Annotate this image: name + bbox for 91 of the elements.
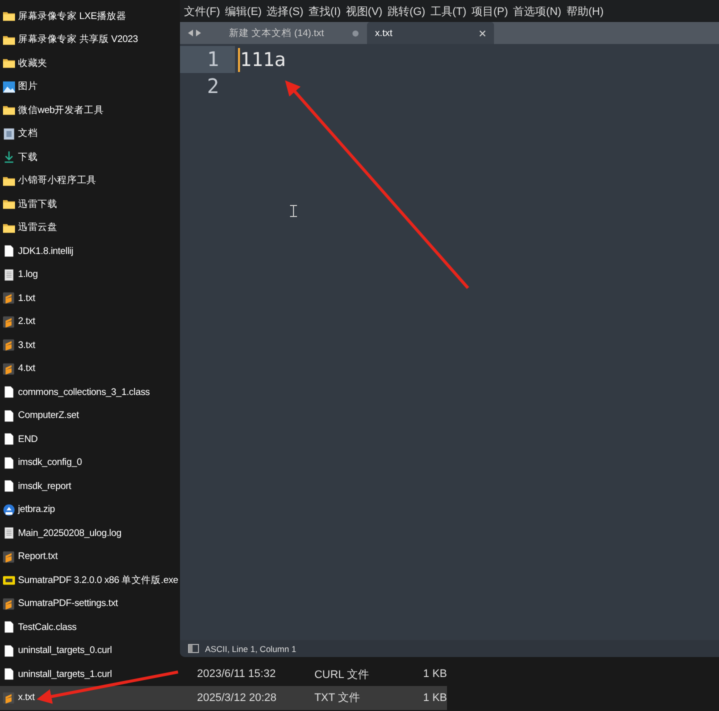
menu-item[interactable]: 工具(T) bbox=[429, 4, 470, 18]
file-name[interactable]: SumatraPDF-settings.txt bbox=[18, 598, 118, 610]
tab[interactable]: x.txt bbox=[367, 22, 494, 44]
file-name[interactable]: 小锦哥小程序工具 bbox=[18, 174, 96, 188]
file-icon bbox=[3, 480, 15, 492]
file-name[interactable]: 3.txt bbox=[18, 340, 36, 351]
file-name[interactable]: SumatraPDF 3.2.0.0 x86 单文件版.exe bbox=[18, 574, 178, 587]
file-name[interactable]: imsdk_config_0 bbox=[18, 457, 82, 468]
file-name[interactable]: commons_collections_3_1.class bbox=[18, 386, 150, 398]
file-name[interactable]: END bbox=[18, 434, 38, 445]
folder-icon bbox=[3, 10, 15, 22]
file-icon bbox=[3, 621, 15, 634]
file-icon bbox=[3, 668, 15, 680]
menu-item[interactable]: 选择(S) bbox=[266, 4, 308, 18]
menu-item[interactable]: 项目(P) bbox=[470, 4, 512, 18]
file-name[interactable]: TestCalc.class bbox=[18, 622, 77, 633]
left-arrow-icon[interactable] bbox=[188, 29, 193, 37]
file-name[interactable]: uninstall_targets_0.curl bbox=[18, 645, 112, 656]
line-number: 2 bbox=[206, 73, 220, 100]
menu-item[interactable]: 视图(V) bbox=[344, 4, 386, 18]
file-name[interactable]: jetbra.zip bbox=[18, 504, 55, 516]
sublime-file-icon bbox=[3, 316, 15, 328]
file-icon bbox=[3, 527, 15, 540]
file-icon bbox=[3, 410, 15, 422]
right-arrow-icon[interactable] bbox=[196, 29, 201, 37]
file-name[interactable]: imsdk_report bbox=[18, 480, 72, 492]
file-size: 1 KB bbox=[422, 692, 447, 704]
file-name[interactable]: Main_20250208_ulog.log bbox=[18, 528, 122, 539]
file-name[interactable]: 4.txt bbox=[18, 363, 36, 374]
zip-icon bbox=[3, 504, 15, 516]
file-icon bbox=[3, 245, 15, 258]
file-icon bbox=[3, 456, 15, 469]
file-name[interactable]: 1.log bbox=[18, 269, 38, 280]
folder-icon bbox=[3, 34, 15, 46]
folder-icon bbox=[3, 222, 15, 234]
menu-item[interactable]: 查找(I) bbox=[307, 4, 345, 18]
file-name[interactable]: 屏幕录像专家 LXE播放器 bbox=[18, 10, 126, 23]
menu-item[interactable]: 编辑(E) bbox=[224, 4, 266, 18]
unsaved-dot-icon[interactable] bbox=[352, 30, 359, 36]
menu-item[interactable]: 首选项(N) bbox=[512, 4, 566, 18]
file-name[interactable]: 1.txt bbox=[18, 292, 36, 304]
file-name[interactable]: 迅雷云盘 bbox=[18, 221, 58, 234]
editor-area[interactable]: 1 111a 2 bbox=[180, 44, 719, 640]
menu-item[interactable]: 帮助(H) bbox=[565, 4, 608, 18]
file-name[interactable]: x.txt bbox=[18, 692, 35, 704]
folder-icon bbox=[3, 198, 15, 210]
file-name[interactable]: uninstall_targets_1.curl bbox=[18, 668, 112, 680]
file-name[interactable]: 图片 bbox=[18, 80, 38, 94]
file-type: CURL 文件 bbox=[314, 668, 370, 682]
file-name[interactable]: 文档 bbox=[18, 127, 38, 140]
folder-icon bbox=[3, 57, 15, 70]
file-size: 1 KB bbox=[422, 668, 447, 680]
file-name[interactable]: 屏幕录像专家 共享版 V2023 bbox=[18, 33, 138, 46]
application-icon bbox=[3, 574, 15, 586]
picture-icon bbox=[3, 80, 15, 93]
file-type: TXT 文件 bbox=[314, 690, 361, 706]
sublime-file-icon bbox=[3, 362, 15, 375]
tab[interactable]: 新建 文本文档 (14).txt bbox=[211, 22, 367, 44]
text-cursor-icon bbox=[290, 205, 297, 217]
file-name[interactable]: 收藏夹 bbox=[18, 56, 48, 70]
sublime-file-icon bbox=[3, 598, 15, 610]
sublime-file-icon bbox=[3, 292, 15, 304]
code-text: 111a bbox=[240, 48, 286, 70]
file-row[interactable]: x.txt 2025/3/12 20:28 TXT 文件 1 KB bbox=[0, 686, 447, 710]
modified-date: 2023/6/11 15:32 bbox=[196, 668, 277, 680]
file-name[interactable]: JDK1.8.intellij bbox=[18, 246, 74, 257]
text-caret bbox=[238, 48, 240, 72]
status-text: ASCII, Line 1, Column 1 bbox=[205, 644, 296, 654]
line-number: 1 bbox=[180, 46, 235, 73]
document-icon bbox=[3, 128, 15, 140]
close-icon[interactable] bbox=[479, 30, 486, 36]
sublime-file-icon bbox=[3, 550, 15, 563]
file-name[interactable]: Report.txt bbox=[18, 551, 58, 562]
folder-icon bbox=[3, 104, 15, 116]
file-name[interactable]: 迅雷下载 bbox=[18, 198, 58, 211]
modified-date: 2025/3/12 20:28 bbox=[196, 692, 278, 704]
sublime-file-icon bbox=[3, 692, 15, 704]
menu-item[interactable]: 文件(F) bbox=[183, 4, 224, 18]
download-icon bbox=[3, 151, 15, 164]
file-name[interactable]: 微信web开发者工具 bbox=[18, 104, 104, 117]
file-name[interactable]: 下载 bbox=[18, 150, 38, 164]
file-icon bbox=[3, 268, 15, 281]
file-name[interactable]: 2.txt bbox=[18, 316, 36, 328]
file-icon bbox=[3, 644, 15, 657]
file-icon bbox=[3, 433, 15, 446]
file-icon bbox=[3, 386, 15, 398]
panel-icon[interactable] bbox=[188, 644, 199, 653]
folder-icon bbox=[3, 174, 15, 187]
menu-item[interactable]: 跳转(G) bbox=[386, 4, 430, 18]
file-name[interactable]: ComputerZ.set bbox=[18, 410, 79, 422]
sublime-file-icon bbox=[3, 339, 15, 352]
